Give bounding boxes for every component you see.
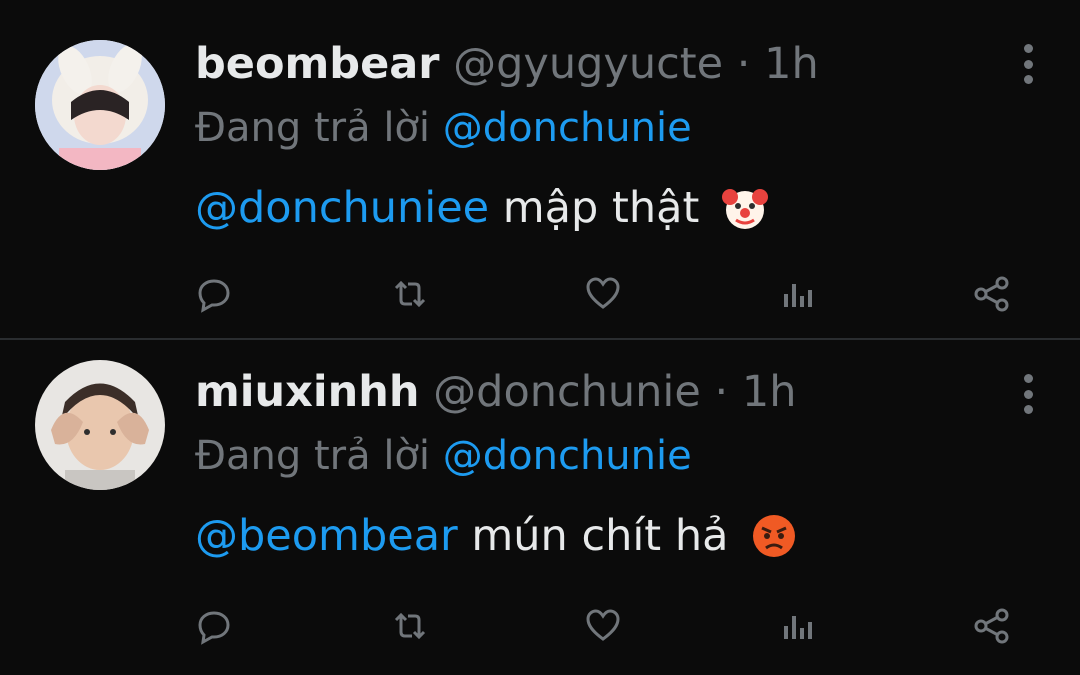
tweet-body: mập thật — [502, 183, 700, 233]
replying-to-label: Đang trả lời — [195, 105, 431, 151]
avatar[interactable] — [35, 360, 165, 490]
action-bar — [190, 604, 1020, 648]
retweet-icon[interactable] — [388, 604, 432, 648]
timestamp[interactable]: 1h — [764, 39, 819, 89]
separator-dot: · — [736, 39, 751, 89]
retweet-icon[interactable] — [388, 272, 432, 316]
tweet[interactable]: miuxinhh @donchunie · 1h Đang trả lời @d… — [0, 340, 1080, 675]
share-icon[interactable] — [970, 604, 1014, 648]
replying-to-link[interactable]: @donchunie — [443, 105, 692, 151]
like-icon[interactable] — [581, 604, 625, 648]
replying-to-label: Đang trả lời — [195, 433, 431, 479]
action-bar — [190, 272, 1020, 316]
mention-link[interactable]: @donchuniee — [195, 183, 489, 233]
tweet-text: @beombear mún chít hả — [195, 506, 798, 576]
more-options-icon[interactable] — [1020, 44, 1036, 84]
angry-face-emoji — [750, 512, 798, 576]
separator-dot: · — [714, 367, 729, 417]
user-handle[interactable]: @gyugyucte — [453, 39, 723, 89]
tweet[interactable]: beombear @gyugyucte · 1h Đang trả lời @d… — [0, 0, 1080, 338]
share-icon[interactable] — [970, 272, 1014, 316]
tweet-header: beombear @gyugyucte · 1h — [195, 34, 819, 94]
analytics-icon[interactable] — [776, 604, 820, 648]
user-handle[interactable]: @donchunie — [433, 367, 701, 417]
replying-to: Đang trả lời @donchunie — [195, 100, 692, 156]
tweet-header: miuxinhh @donchunie · 1h — [195, 362, 796, 422]
replying-to: Đang trả lời @donchunie — [195, 428, 692, 484]
analytics-icon[interactable] — [776, 272, 820, 316]
clown-face-emoji — [721, 184, 769, 248]
timestamp[interactable]: 1h — [742, 367, 797, 417]
more-options-icon[interactable] — [1020, 374, 1036, 414]
tweet-body: mún chít hả — [471, 511, 729, 561]
replying-to-link[interactable]: @donchunie — [443, 433, 692, 479]
reply-icon[interactable] — [192, 272, 236, 316]
reply-icon[interactable] — [192, 604, 236, 648]
like-icon[interactable] — [581, 272, 625, 316]
display-name[interactable]: beombear — [195, 39, 439, 89]
tweet-text: @donchuniee mập thật — [195, 178, 769, 248]
display-name[interactable]: miuxinhh — [195, 367, 419, 417]
avatar[interactable] — [35, 40, 165, 170]
mention-link[interactable]: @beombear — [195, 511, 458, 561]
